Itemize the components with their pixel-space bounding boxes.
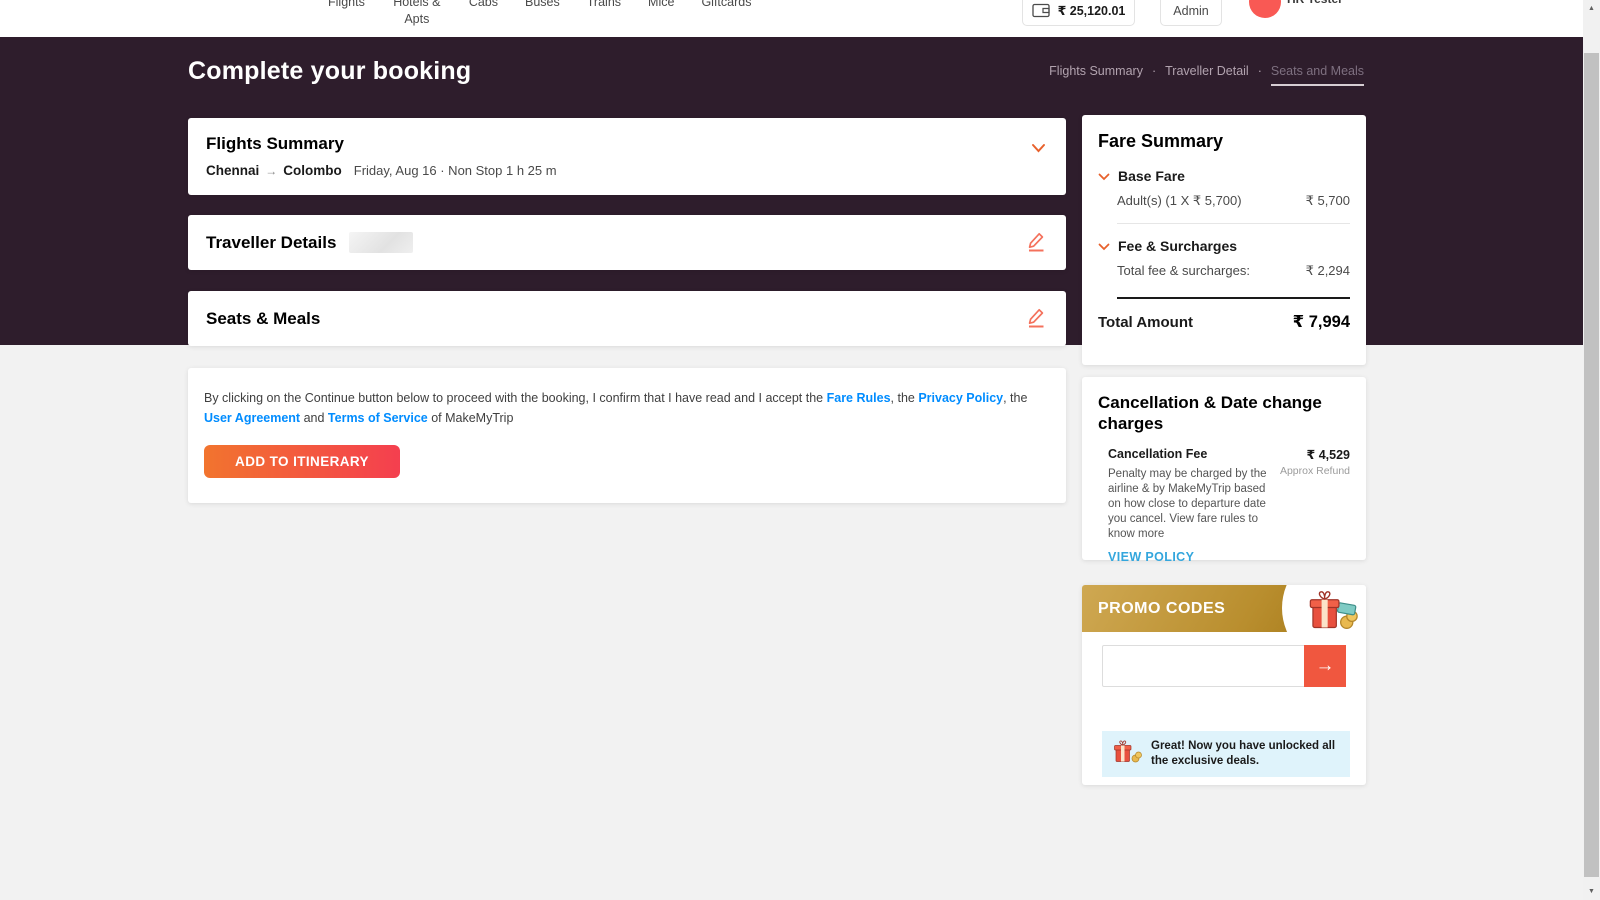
pencil-edit-icon	[1026, 315, 1046, 332]
nav-item-cabs[interactable]: Cabs	[469, 0, 498, 28]
route-from: Chennai	[206, 163, 259, 178]
chevron-down-icon	[1098, 238, 1110, 254]
admin-button[interactable]: Admin	[1160, 0, 1222, 26]
promo-input-row: →	[1102, 645, 1346, 687]
route-to: Colombo	[283, 163, 342, 178]
collapse-button[interactable]	[1027, 136, 1050, 162]
breadcrumb-separator: ·	[1258, 64, 1262, 78]
user-agreement-link[interactable]: User Agreement	[204, 411, 300, 425]
nav-item-buses[interactable]: Buses	[525, 0, 560, 28]
user-avatar[interactable]	[1249, 0, 1281, 18]
primary-nav: Flights Hotels & Apts Cabs Buses Trains …	[328, 0, 751, 28]
deals-unlocked-banner: Great! Now you have unlocked all the exc…	[1102, 731, 1350, 777]
view-policy-link[interactable]: VIEW POLICY	[1108, 550, 1276, 564]
route-arrow-icon: →	[265, 164, 277, 178]
nav-item-trains[interactable]: Trains	[587, 0, 621, 28]
flights-summary-title: Flights Summary	[206, 134, 1048, 154]
nav-item-flights[interactable]: Flights	[328, 0, 365, 28]
vertical-scrollbar: ▲ ▼	[1583, 0, 1600, 900]
route-summary: Chennai → Colombo Friday, Aug 16 · Non S…	[206, 163, 1048, 178]
wallet-button[interactable]: ₹ 25,120.01	[1022, 0, 1135, 26]
deals-unlocked-message: Great! Now you have unlocked all the exc…	[1151, 739, 1340, 769]
breadcrumb-separator: ·	[1152, 64, 1156, 78]
scroll-up-arrow[interactable]: ▲	[1583, 0, 1600, 17]
base-fare-section-header[interactable]: Base Fare	[1098, 168, 1350, 184]
breadcrumb-traveller-detail[interactable]: Traveller Detail	[1165, 64, 1249, 78]
cancellation-content: Cancellation Fee Penalty may be charged …	[1098, 447, 1350, 564]
fee-surcharges-section-header[interactable]: Fee & Surcharges	[1098, 238, 1350, 254]
base-fare-row: Adult(s) (1 X ₹ 5,700) ₹ 5,700	[1117, 193, 1350, 209]
divider	[1117, 223, 1350, 224]
terms-text: By clicking on the Continue button below…	[204, 389, 1050, 428]
nav-item-hotels[interactable]: Hotels & Apts	[392, 0, 442, 28]
promo-banner: PROMO CODES	[1082, 585, 1366, 632]
cancellation-title: Cancellation & Date change charges	[1098, 392, 1350, 434]
base-fare-value: ₹ 5,700	[1306, 193, 1350, 209]
chevron-down-icon	[1031, 140, 1046, 157]
nav-item-giftcards[interactable]: Giftcards	[701, 0, 751, 28]
apply-promo-button[interactable]: →	[1304, 645, 1346, 687]
cancellation-fee-value: ₹ 4,529	[1280, 447, 1350, 462]
fee-surcharges-row: Total fee & surcharges: ₹ 2,294	[1117, 263, 1350, 279]
traveller-details-title: Traveller Details	[206, 233, 336, 253]
terms-of-service-link[interactable]: Terms of Service	[328, 411, 428, 425]
cancellation-fee-label: Cancellation Fee	[1108, 447, 1276, 461]
approx-refund-note: Approx Refund	[1280, 465, 1350, 477]
total-amount-row: Total Amount ₹ 7,994	[1098, 312, 1350, 332]
chevron-down-icon	[1098, 168, 1110, 184]
breadcrumb: Flights Summary · Traveller Detail · Sea…	[1049, 64, 1364, 86]
user-name: HR Tester	[1287, 0, 1343, 6]
top-navigation-bar: Flights Hotels & Apts Cabs Buses Trains …	[0, 0, 1583, 37]
page-title: Complete your booking	[188, 57, 471, 86]
nav-item-mice[interactable]: Mice	[648, 0, 674, 28]
flights-summary-card: Flights Summary Chennai → Colombo Friday…	[188, 118, 1066, 195]
scrollbar-thumb[interactable]	[1584, 53, 1599, 877]
terms-card: By clicking on the Continue button below…	[188, 368, 1066, 503]
fare-summary-title: Fare Summary	[1098, 131, 1350, 152]
wallet-balance: ₹ 25,120.01	[1058, 3, 1126, 18]
pencil-edit-icon	[1026, 239, 1046, 256]
total-amount-value: ₹ 7,994	[1293, 312, 1350, 332]
route-details: Friday, Aug 16 · Non Stop 1 h 25 m	[354, 163, 557, 178]
gift-box-icon	[1112, 740, 1142, 769]
breadcrumb-seats-and-meals[interactable]: Seats and Meals	[1271, 64, 1364, 86]
fare-rules-link[interactable]: Fare Rules	[827, 391, 891, 405]
gift-box-icon	[1306, 590, 1358, 632]
edit-seats-meals-button[interactable]	[1024, 305, 1048, 335]
traveller-name-redacted	[349, 232, 413, 253]
traveller-details-card: Traveller Details	[188, 215, 1066, 270]
promo-codes-title: PROMO CODES	[1098, 585, 1225, 632]
cancellation-card: Cancellation & Date change charges Cance…	[1082, 377, 1366, 560]
right-arrow-icon: →	[1316, 655, 1335, 676]
seats-meals-card: Seats & Meals	[188, 291, 1066, 346]
scroll-down-arrow[interactable]: ▼	[1583, 883, 1600, 900]
wallet-icon	[1032, 3, 1051, 18]
total-divider	[1117, 297, 1350, 299]
fee-surcharges-value: ₹ 2,294	[1306, 263, 1350, 279]
breadcrumb-flights-summary[interactable]: Flights Summary	[1049, 64, 1143, 78]
privacy-policy-link[interactable]: Privacy Policy	[918, 391, 1003, 405]
total-amount-label: Total Amount	[1098, 314, 1193, 331]
cancellation-description: Penalty may be charged by the airline & …	[1108, 467, 1276, 542]
fare-summary-card: Fare Summary Base Fare Adult(s) (1 X ₹ 5…	[1082, 115, 1366, 365]
promo-card: PROMO CODES →	[1082, 585, 1366, 785]
add-to-itinerary-button[interactable]: ADD TO ITINERARY	[204, 445, 400, 478]
fee-surcharges-label: Total fee & surcharges:	[1117, 263, 1250, 279]
seats-meals-title: Seats & Meals	[206, 309, 320, 329]
edit-traveller-button[interactable]	[1024, 229, 1048, 259]
base-fare-label: Adult(s) (1 X ₹ 5,700)	[1117, 193, 1242, 209]
